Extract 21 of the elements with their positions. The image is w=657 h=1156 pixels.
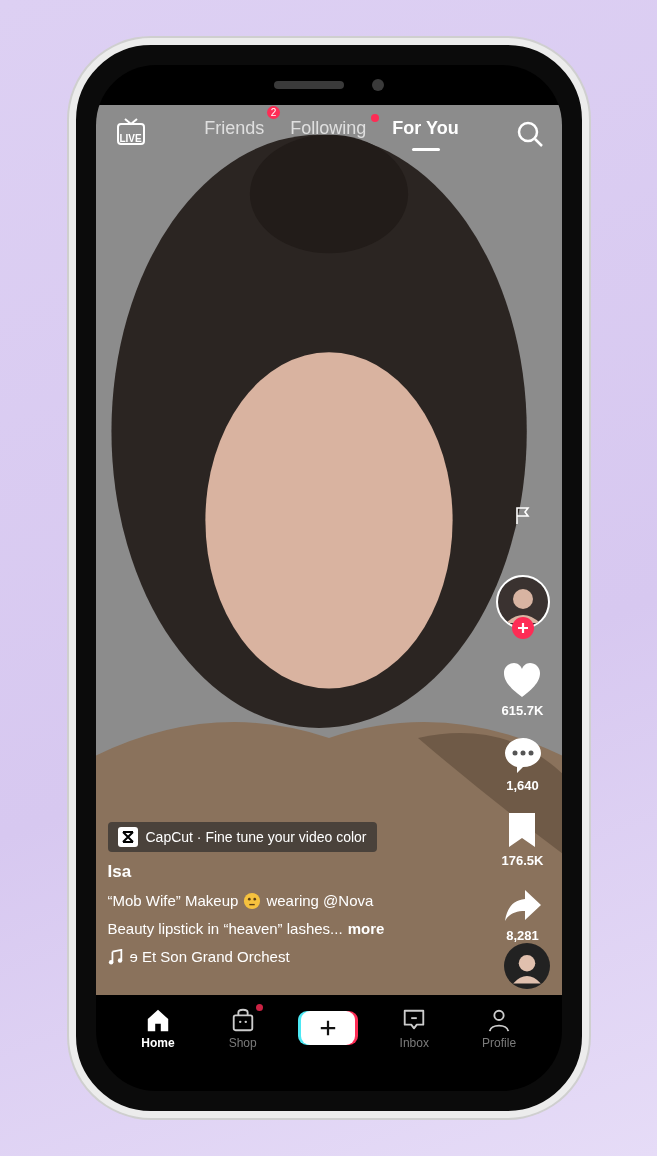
action-count: 615.7K: [501, 703, 544, 718]
feed-tab[interactable]: Friends: [204, 117, 265, 139]
author-name[interactable]: Isa: [107, 862, 132, 882]
music-title[interactable]: ɘ Et Son Grand Orchest: [129, 948, 290, 965]
banner-text: CapCut · Fine tune your video color: [145, 829, 367, 845]
description-text: wearing @Nova: [266, 892, 374, 910]
nav-item[interactable]: Inbox: [388, 1007, 441, 1050]
feed-tab[interactable]: Following: [290, 117, 367, 139]
action-count: 176.5K: [501, 853, 544, 868]
description-text: Beauty lipstick in “heaven” lashes...: [107, 920, 343, 938]
live-button[interactable]: LIVE: [113, 117, 148, 151]
live-label: LIVE: [119, 132, 142, 144]
action-count: 1,640: [506, 778, 539, 793]
action-count: 8,281: [506, 928, 539, 943]
nav-item[interactable]: Profile: [473, 1007, 526, 1050]
more-link[interactable]: more: [347, 920, 385, 938]
capcut-banner[interactable]: CapCut · Fine tune your video color: [107, 822, 377, 852]
description-text: “Mob Wife” Makeup: [107, 892, 239, 910]
nav-item[interactable]: Shop: [216, 1007, 269, 1050]
feed-tab[interactable]: For You: [392, 117, 459, 139]
nav-item[interactable]: Home: [131, 1007, 184, 1050]
